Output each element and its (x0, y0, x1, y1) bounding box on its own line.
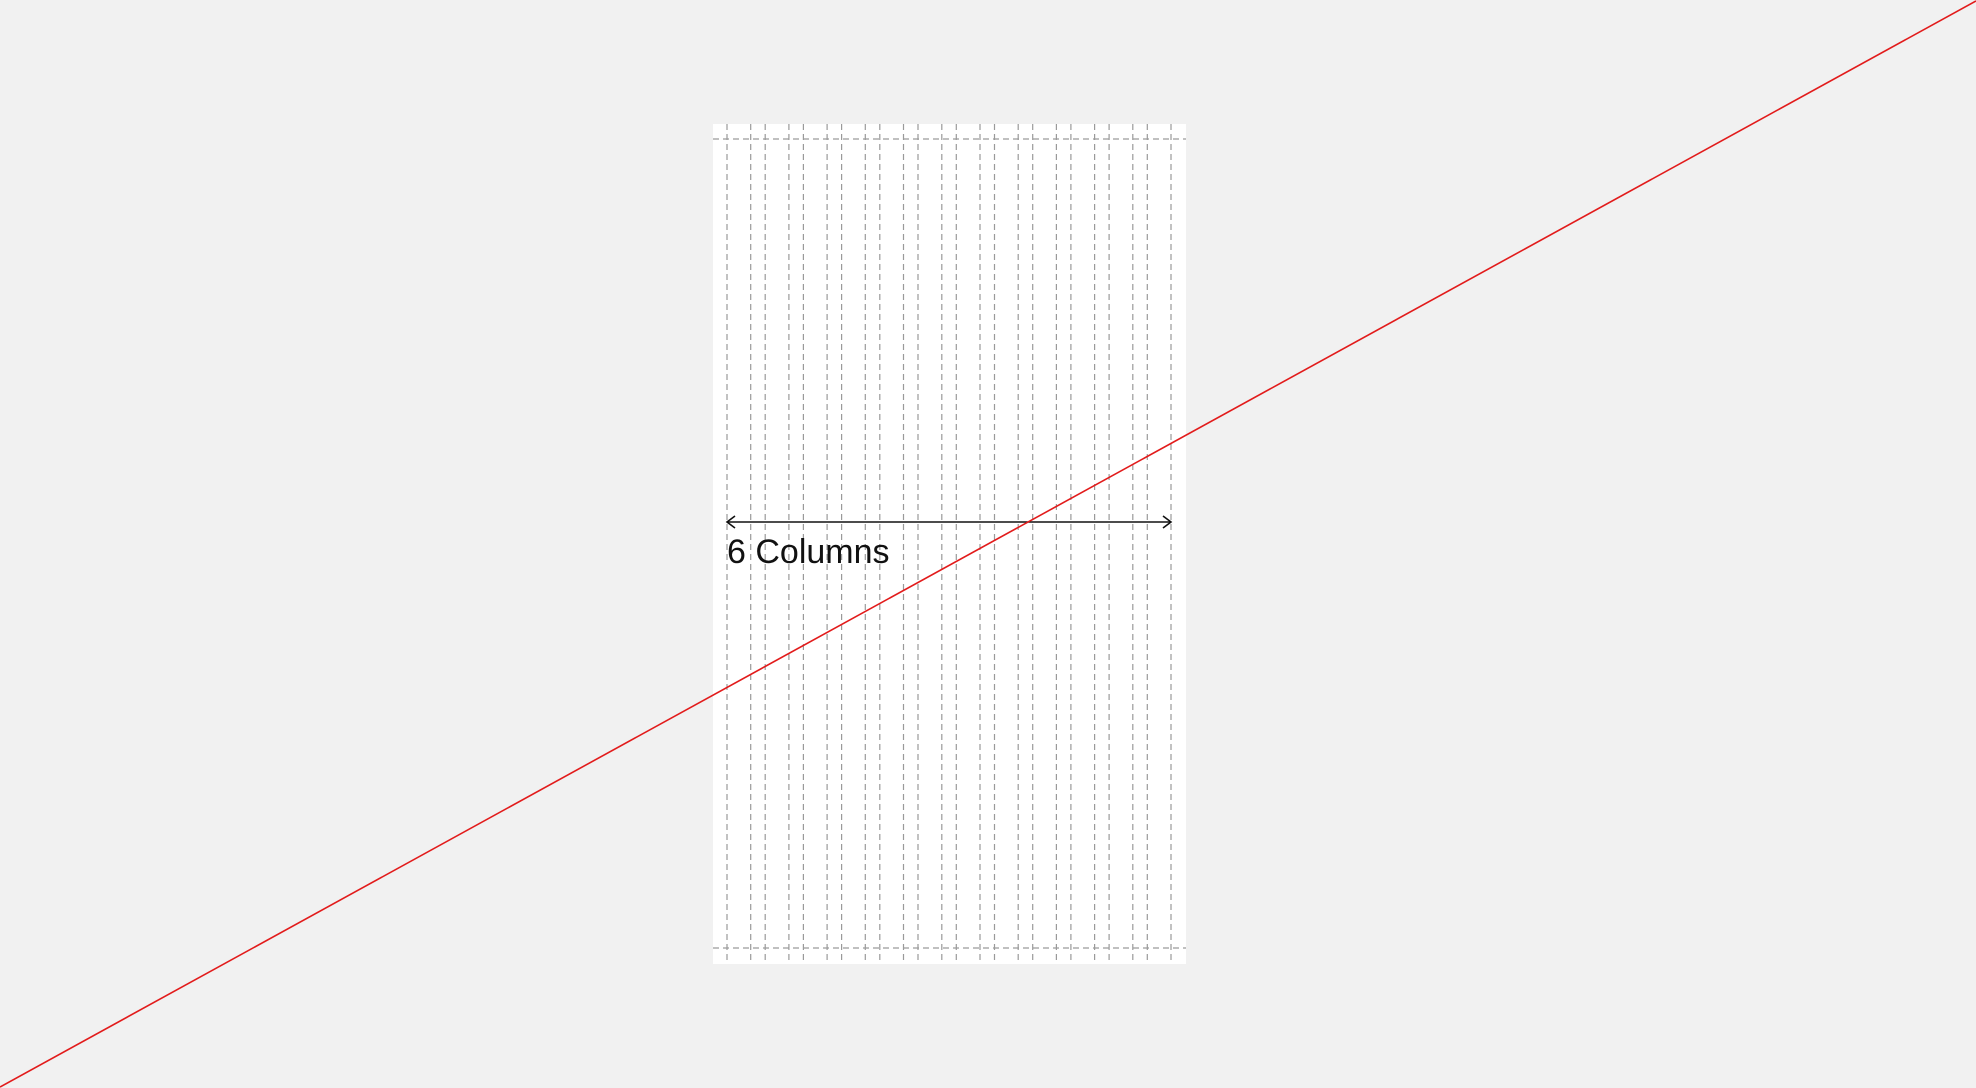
strike-through-overlay (0, 0, 1976, 1088)
layout-canvas: 6 Columns (0, 0, 1976, 1088)
strike-line (0, 0, 1976, 1088)
